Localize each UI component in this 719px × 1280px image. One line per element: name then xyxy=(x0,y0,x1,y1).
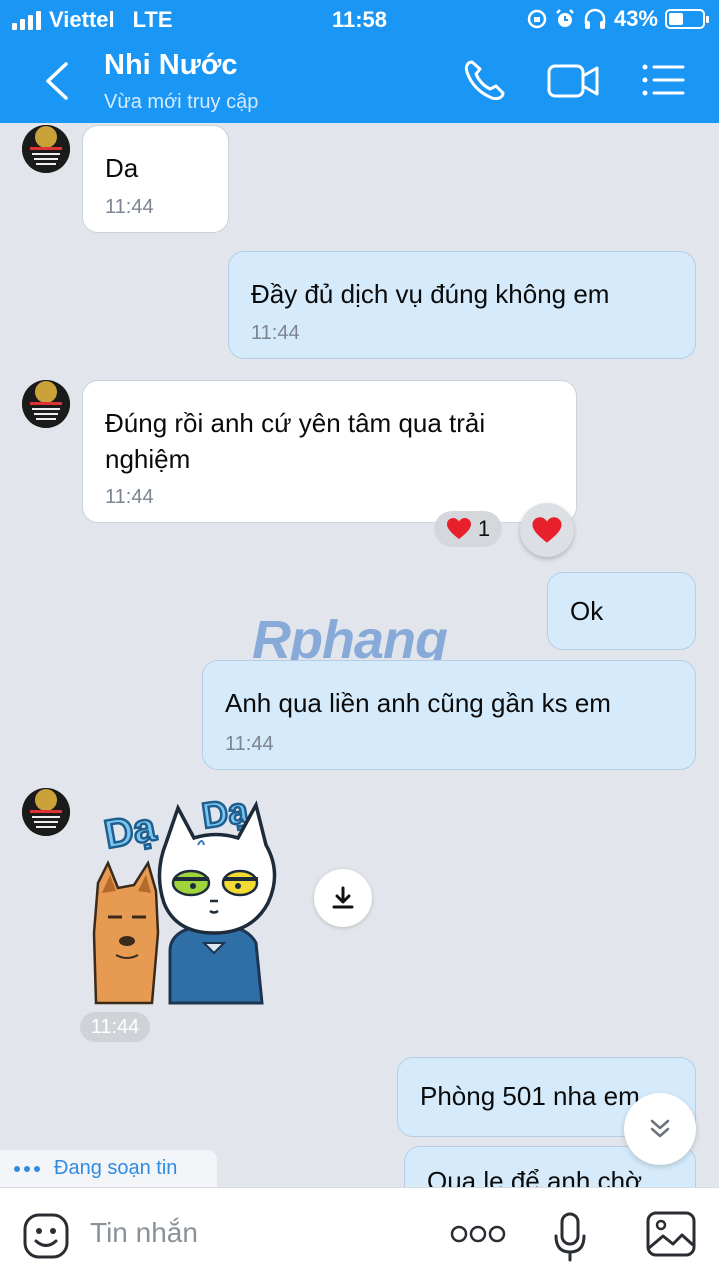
download-button[interactable] xyxy=(314,869,372,927)
reaction-count-badge[interactable]: 1 xyxy=(434,511,502,547)
typing-indicator: Đang soạn tin xyxy=(0,1150,217,1187)
message-text: Đầy đủ dịch vụ đúng không em xyxy=(251,279,610,309)
message-text: Ok xyxy=(570,596,604,626)
video-camera-icon[interactable] xyxy=(546,58,600,102)
sticker-text: Dạ xyxy=(101,805,160,857)
orientation-lock-icon xyxy=(527,9,547,29)
message-text: Qua le để anh chờ xyxy=(427,1166,643,1187)
reaction-count: 1 xyxy=(477,516,491,541)
message-bubble[interactable]: Đầy đủ dịch vụ đúng không em 11:44 xyxy=(228,251,696,359)
emoji-icon[interactable] xyxy=(22,1212,70,1260)
message-bubble[interactable]: Đúng rồi anh cứ yên tâm qua trải nghiệm … xyxy=(82,380,577,523)
message-time: 11:44 xyxy=(225,733,274,755)
microphone-icon[interactable] xyxy=(553,1212,587,1262)
phone-icon[interactable] xyxy=(462,58,508,102)
typing-label: Đang soạn tin xyxy=(54,1157,178,1179)
message-text: Đúng rồi anh cứ yên tâm qua trải nghiệm xyxy=(105,408,486,474)
avatar[interactable] xyxy=(22,125,70,173)
battery-level xyxy=(669,13,683,25)
double-chevron-down-icon xyxy=(650,1119,670,1138)
headphones-icon xyxy=(584,8,606,29)
scroll-down-button[interactable] xyxy=(624,1093,696,1165)
avatar[interactable] xyxy=(22,380,70,428)
message-text: Anh qua liền anh cũng gần ks em xyxy=(225,688,611,718)
message-input[interactable] xyxy=(90,1210,410,1256)
message-time: 11:44 xyxy=(251,322,300,344)
message-time: 11:44 xyxy=(80,1012,150,1042)
message-time: 11:44 xyxy=(105,196,154,218)
message-text: Da xyxy=(105,153,139,183)
react-button[interactable] xyxy=(520,503,574,557)
chat-header: Viettel LTE 11:58 43% Nhi Nước Vừa mới t… xyxy=(0,0,719,123)
heart-icon xyxy=(446,518,471,539)
contact-name[interactable]: Nhi Nước xyxy=(104,49,237,82)
message-time: 11:44 xyxy=(105,486,154,508)
avatar[interactable] xyxy=(22,788,70,836)
contact-status: Vừa mới truy cập xyxy=(104,91,259,113)
back-button[interactable] xyxy=(38,58,78,104)
download-icon xyxy=(332,886,354,909)
list-menu-icon[interactable] xyxy=(640,58,686,102)
typing-dots-icon xyxy=(14,1165,40,1172)
status-right: 43% xyxy=(527,6,709,32)
message-bubble[interactable]: Anh qua liền anh cũng gần ks em 11:44 xyxy=(202,660,696,770)
sticker-image[interactable]: Dạ Dạ xyxy=(86,783,296,1005)
message-bubble[interactable]: Da 11:44 xyxy=(82,125,229,233)
heart-icon xyxy=(532,516,562,543)
status-bar: Viettel LTE 11:58 43% xyxy=(0,0,719,40)
message-input-bar xyxy=(0,1187,719,1280)
image-icon[interactable] xyxy=(645,1210,697,1258)
alarm-icon xyxy=(556,9,574,27)
battery-icon xyxy=(665,9,709,29)
battery-percent: 43% xyxy=(613,6,658,31)
more-dots-icon[interactable] xyxy=(450,1224,506,1244)
chat-area[interactable]: Da 11:44 Đầy đủ dịch vụ đúng không em 11… xyxy=(0,123,719,1187)
message-text: Phòng 501 nha em xyxy=(420,1081,640,1111)
message-bubble[interactable]: Ok xyxy=(547,572,696,650)
